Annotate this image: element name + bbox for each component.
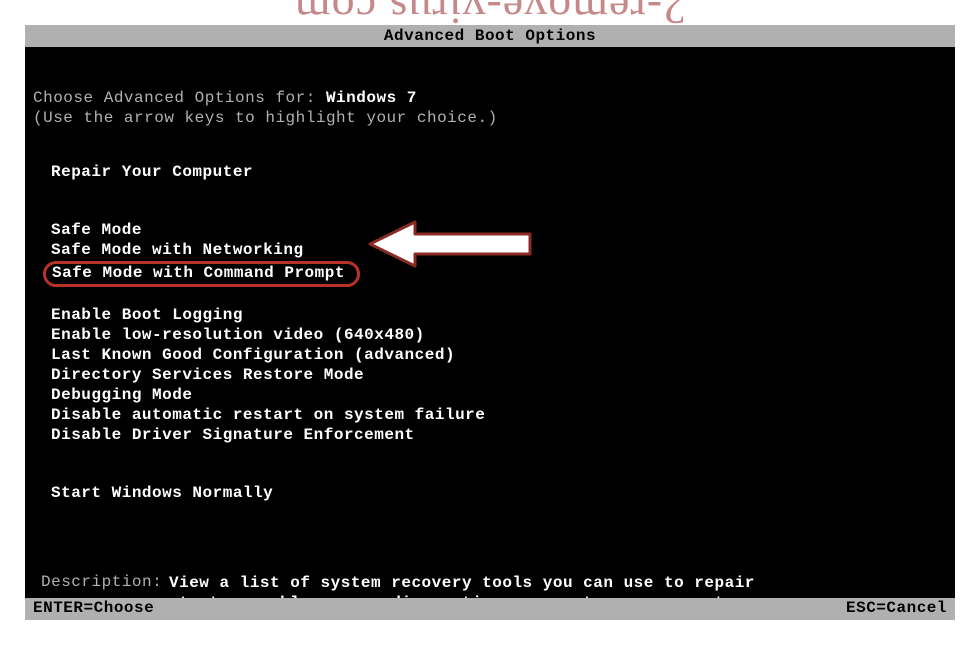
screen-content: Choose Advanced Options for: Windows 7 (… bbox=[25, 47, 955, 613]
menu-safe-mode-networking[interactable]: Safe Mode with Networking bbox=[51, 241, 947, 260]
highlight-annotation: Safe Mode with Command Prompt bbox=[43, 261, 360, 287]
menu-disable-driver-sig[interactable]: Disable Driver Signature Enforcement bbox=[51, 426, 947, 445]
os-name: Windows 7 bbox=[326, 89, 417, 107]
menu-debugging-mode[interactable]: Debugging Mode bbox=[51, 386, 947, 405]
title-bar: Advanced Boot Options bbox=[25, 25, 955, 47]
boot-menu[interactable]: Repair Your Computer Safe Mode Safe Mode… bbox=[51, 163, 947, 503]
menu-safe-cmd-label: Safe Mode with Command Prompt bbox=[52, 264, 345, 282]
menu-repair-computer[interactable]: Repair Your Computer bbox=[51, 163, 947, 182]
choose-prefix: Choose Advanced Options for: bbox=[33, 89, 326, 107]
menu-disable-auto-restart[interactable]: Disable automatic restart on system fail… bbox=[51, 406, 947, 425]
menu-directory-services-restore[interactable]: Directory Services Restore Mode bbox=[51, 366, 947, 385]
choose-line: Choose Advanced Options for: Windows 7 bbox=[33, 89, 947, 107]
menu-last-known-good[interactable]: Last Known Good Configuration (advanced) bbox=[51, 346, 947, 365]
menu-start-normally[interactable]: Start Windows Normally bbox=[51, 484, 947, 503]
boot-screen: Advanced Boot Options Choose Advanced Op… bbox=[25, 25, 955, 620]
footer-bar: ENTER=Choose ESC=Cancel bbox=[25, 598, 955, 620]
arrow-key-hint: (Use the arrow keys to highlight your ch… bbox=[33, 109, 947, 127]
menu-safe-mode-command-prompt[interactable]: Safe Mode with Command Prompt bbox=[51, 261, 947, 287]
menu-safe-mode[interactable]: Safe Mode bbox=[51, 221, 947, 240]
menu-low-res-video[interactable]: Enable low-resolution video (640x480) bbox=[51, 326, 947, 345]
screen-title: Advanced Boot Options bbox=[384, 27, 596, 45]
footer-esc-hint: ESC=Cancel bbox=[846, 599, 947, 619]
footer-enter-hint: ENTER=Choose bbox=[33, 599, 154, 619]
menu-boot-logging[interactable]: Enable Boot Logging bbox=[51, 306, 947, 325]
